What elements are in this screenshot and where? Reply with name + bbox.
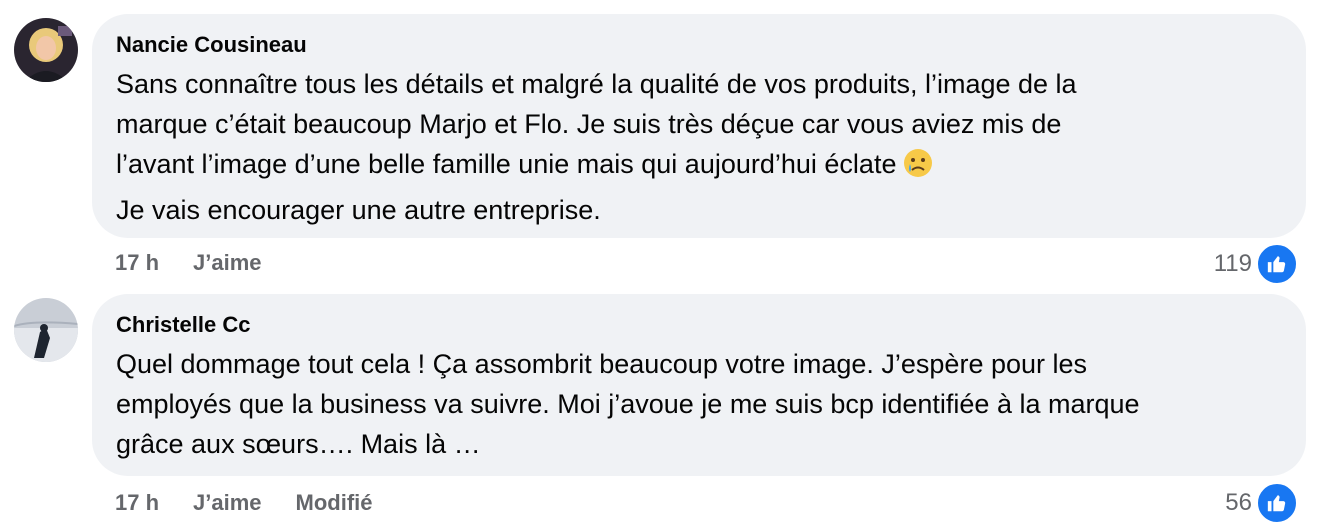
reaction-count: 119 xyxy=(1213,250,1252,277)
like-button[interactable]: J’aime xyxy=(193,490,262,516)
comment-line: grâce aux sœurs…. Mais là … xyxy=(116,429,481,459)
thumbs-up-icon xyxy=(1256,243,1298,285)
sad-tear-emoji-icon xyxy=(902,147,934,190)
avatar[interactable] xyxy=(14,298,78,362)
reaction-count: 56 xyxy=(1225,489,1252,516)
comment-line: Sans connaître tous les détails et malgr… xyxy=(116,69,1077,99)
comment-bubble: Nancie Cousineau Sans connaître tous les… xyxy=(92,14,1306,238)
avatar[interactable] xyxy=(14,18,78,82)
reaction-summary[interactable]: 56 xyxy=(1225,482,1298,524)
edited-label[interactable]: Modifié xyxy=(296,490,373,516)
comment-bubble: Christelle Cc Quel dommage tout cela ! Ç… xyxy=(92,294,1306,476)
comment-timestamp[interactable]: 17 h xyxy=(115,490,159,516)
comment-author[interactable]: Christelle Cc xyxy=(116,312,1282,338)
comment-line: l’avant l’image d’une belle famille unie… xyxy=(116,144,1282,190)
comment-timestamp[interactable]: 17 h xyxy=(115,250,159,276)
comment-text: Quel dommage tout cela ! Ça assombrit be… xyxy=(116,344,1282,464)
comment-line: Quel dommage tout cela ! Ça assombrit be… xyxy=(116,349,1088,379)
reaction-summary[interactable]: 119 xyxy=(1214,243,1298,285)
comment-actions: 17 h J’aime Modifié xyxy=(115,490,373,516)
comment-actions: 17 h J’aime xyxy=(115,250,262,276)
comment-line: employés que la business va suivre. Moi … xyxy=(116,389,1140,419)
comment-line: marque c’était beaucoup Marjo et Flo. Je… xyxy=(116,109,1062,139)
comment-text: Sans connaître tous les détails et malgr… xyxy=(116,64,1282,230)
comment-line-text: l’avant l’image d’une belle famille unie… xyxy=(116,149,897,179)
comment-author[interactable]: Nancie Cousineau xyxy=(116,32,1282,58)
comment-line: Je vais encourager une autre entreprise. xyxy=(116,195,601,225)
thumbs-up-icon xyxy=(1256,482,1298,524)
like-button[interactable]: J’aime xyxy=(193,250,262,276)
